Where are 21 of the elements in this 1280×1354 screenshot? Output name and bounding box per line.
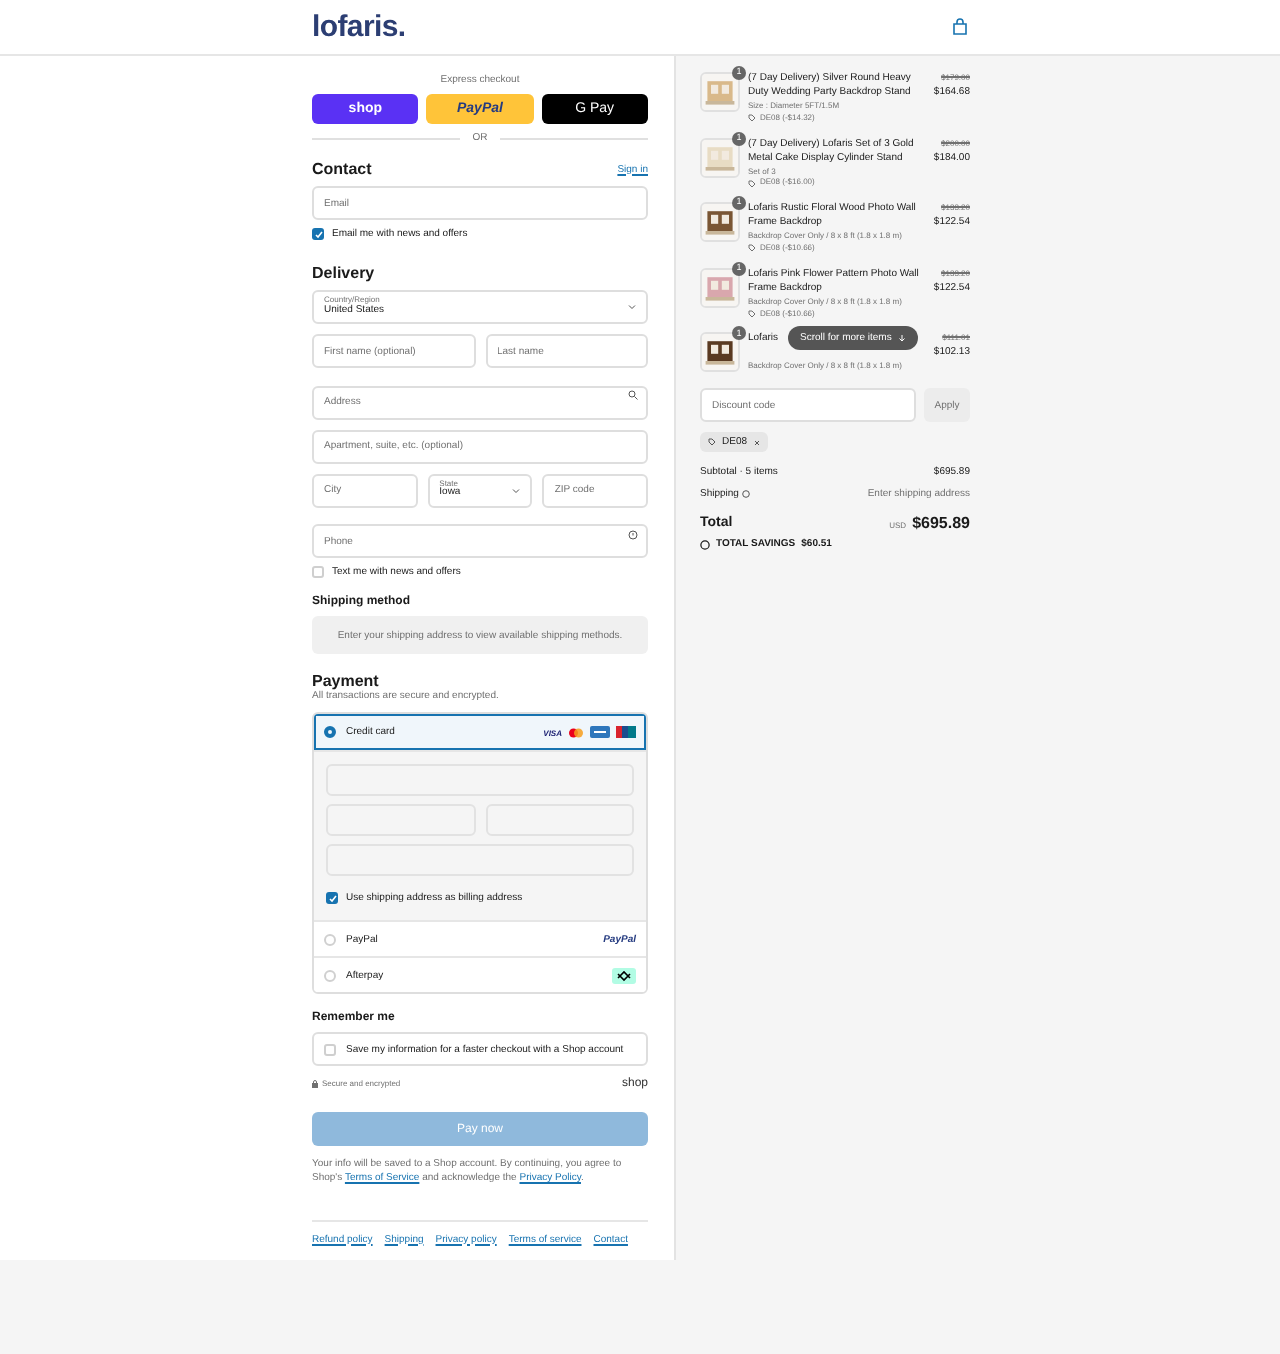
close-icon[interactable] xyxy=(753,439,760,445)
checkbox[interactable] xyxy=(324,1043,336,1055)
amex-icon xyxy=(590,726,610,738)
mastercard-icon xyxy=(568,727,584,737)
checkbox[interactable] xyxy=(312,566,324,578)
bag-icon[interactable] xyxy=(952,18,968,36)
section-title: Delivery xyxy=(312,264,375,282)
logo[interactable]: lofaris. xyxy=(312,10,406,44)
total-value: $695.89 xyxy=(912,514,970,532)
radio-button[interactable] xyxy=(324,726,336,738)
help-icon[interactable] xyxy=(628,529,638,539)
section-title: Payment xyxy=(312,672,381,690)
search-icon xyxy=(628,390,638,400)
unionpay-icon xyxy=(616,726,636,738)
arrow-down-icon xyxy=(897,334,906,342)
section-title: Contact xyxy=(312,160,372,178)
lock-icon xyxy=(312,1079,318,1088)
chevron-icon xyxy=(512,487,521,493)
afterpay-icon xyxy=(612,967,636,983)
help-icon[interactable] xyxy=(742,490,751,498)
chevron-icon xyxy=(628,304,636,310)
